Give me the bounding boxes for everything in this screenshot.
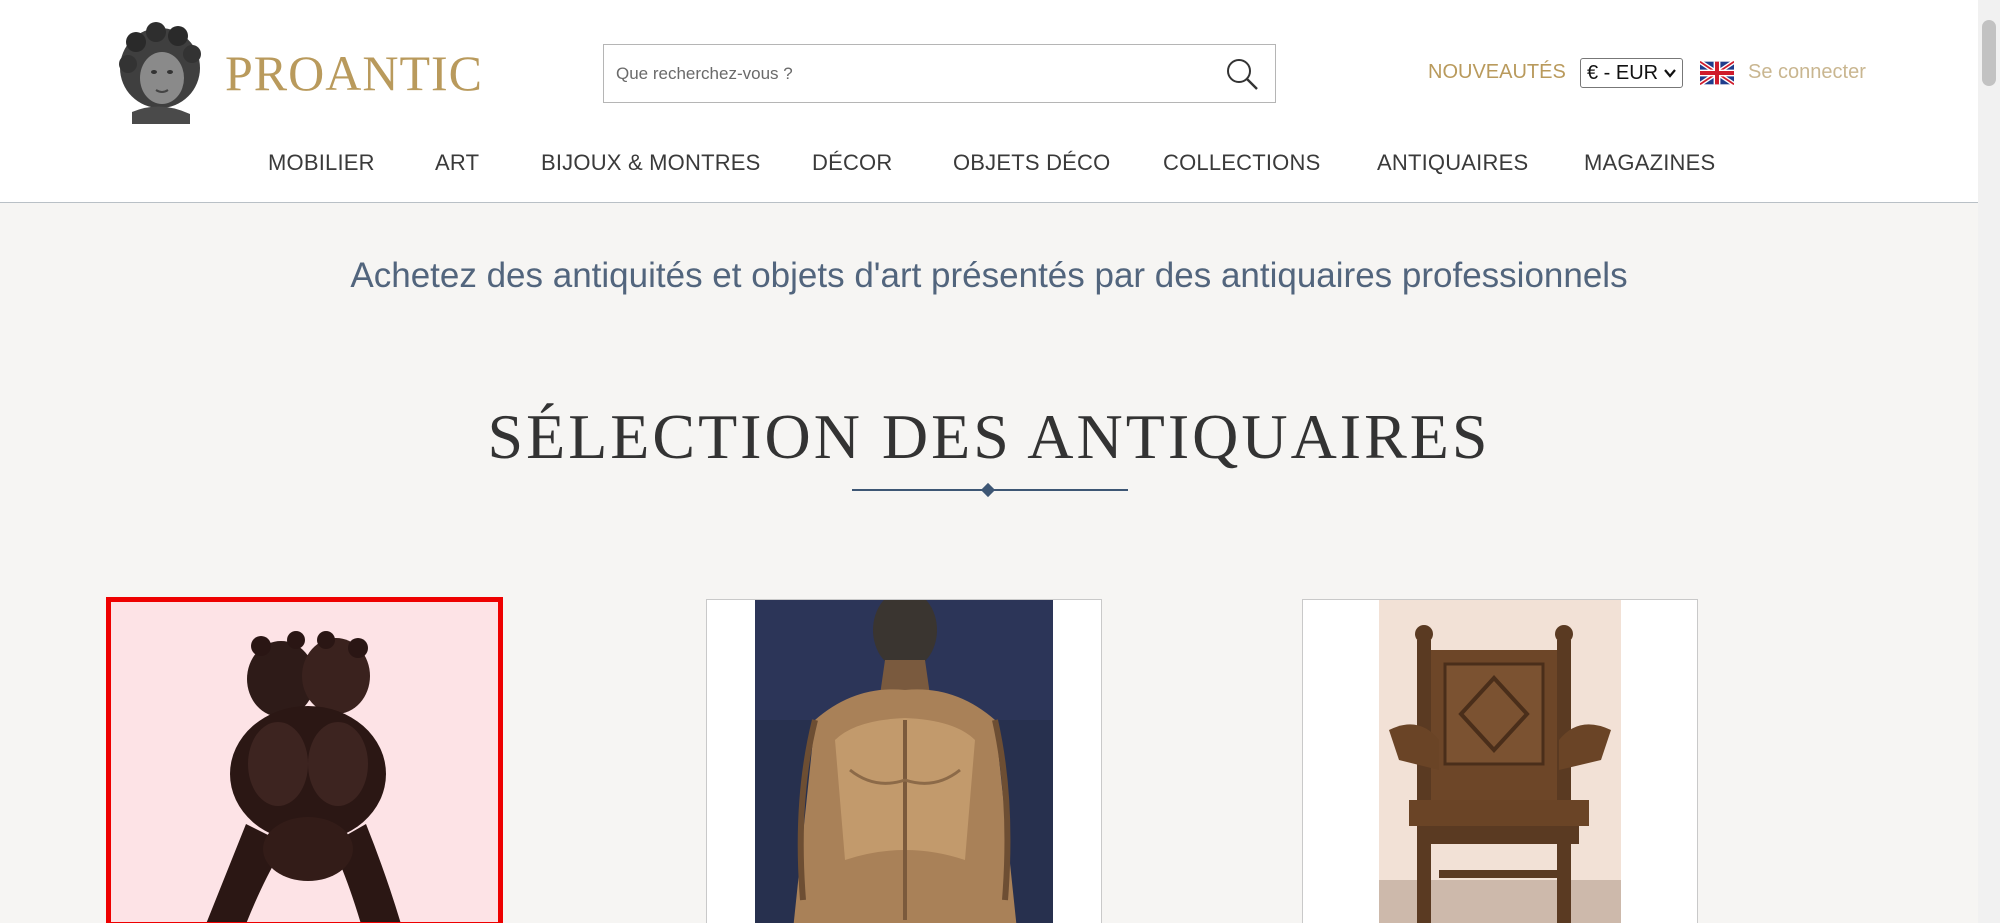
uk-flag-icon[interactable] <box>1700 61 1734 85</box>
nav-item-art[interactable]: ART <box>435 150 479 176</box>
product-card-putti[interactable] <box>106 597 503 923</box>
page-scrollbar[interactable] <box>1978 0 2000 923</box>
search-box[interactable] <box>603 44 1276 103</box>
nav-item-objets-deco[interactable]: OBJETS DÉCO <box>953 150 1110 176</box>
section-title: SÉLECTION DES ANTIQUAIRES <box>487 401 1491 472</box>
site-header: PROANTIC NOUVEAUTÉS € - EUR Se connecter… <box>0 0 1978 203</box>
currency-select[interactable]: € - EUR <box>1580 58 1683 88</box>
title-divider-diamond <box>980 482 996 498</box>
nav-item-collections[interactable]: COLLECTIONS <box>1163 150 1320 176</box>
product-card-painting[interactable] <box>706 599 1102 923</box>
nav-item-mobilier[interactable]: MOBILIER <box>268 150 375 176</box>
logo-text[interactable]: PROANTIC <box>225 44 483 102</box>
login-link[interactable]: Se connecter <box>1748 61 1866 84</box>
main-nav: MOBILIER ART BIJOUX & MONTRES DÉCOR OBJE… <box>0 150 1978 180</box>
product-card-chair[interactable] <box>1302 599 1698 923</box>
scrollbar-thumb[interactable] <box>1982 20 1996 86</box>
chevron-down-icon <box>1664 69 1676 78</box>
logo-bust-icon[interactable] <box>108 20 212 124</box>
search-input[interactable] <box>616 45 1196 102</box>
nav-item-decor[interactable]: DÉCOR <box>812 150 892 176</box>
nav-item-bijoux-montres[interactable]: BIJOUX & MONTRES <box>541 150 761 176</box>
tagline: Achetez des antiquités et objets d'art p… <box>350 256 1628 295</box>
nav-item-magazines[interactable]: MAGAZINES <box>1584 150 1715 176</box>
currency-value: € - EUR <box>1587 62 1659 84</box>
product-image-putti[interactable] <box>186 624 426 923</box>
nouveautes-link[interactable]: NOUVEAUTÉS <box>1428 61 1566 84</box>
product-image-painting[interactable] <box>755 600 1053 923</box>
nav-item-antiquaires[interactable]: ANTIQUAIRES <box>1377 150 1528 176</box>
product-image-chair[interactable] <box>1379 600 1621 923</box>
search-icon[interactable] <box>1225 57 1259 91</box>
